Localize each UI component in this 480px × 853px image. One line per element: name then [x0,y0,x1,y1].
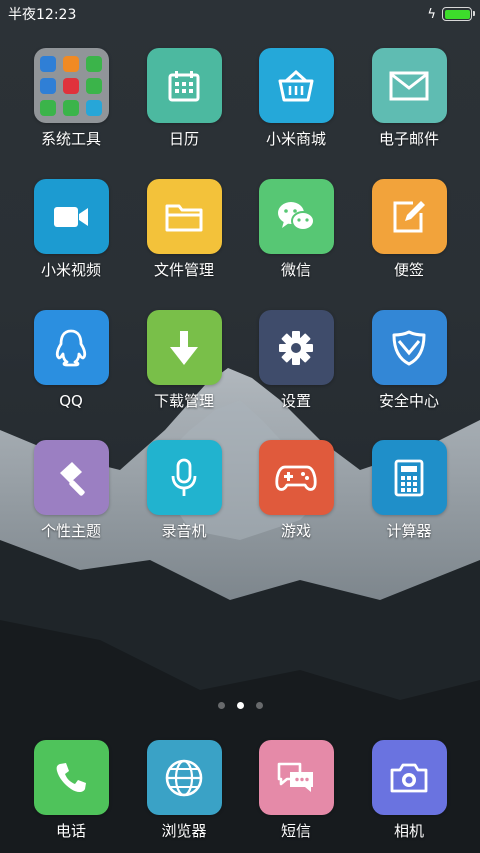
app-label: 设置 [280,392,311,410]
app-email[interactable]: 电子邮件 [353,48,465,148]
penguin-icon [33,310,109,385]
app-label: 短信 [280,822,311,840]
folder-icon [146,179,222,254]
app-label: 微信 [280,261,311,279]
app-label: 下载管理 [153,392,214,410]
app-wechat[interactable]: 微信 [240,179,352,279]
folder-mini-app-icon [86,99,102,116]
app-games[interactable]: 游戏 [240,440,352,540]
gamepad-icon [258,440,334,515]
status-time: 半夜12:23 [8,7,77,23]
app-label: 安全中心 [378,392,439,410]
app-label: 电子邮件 [378,130,439,148]
shield-icon [371,310,447,385]
folder-mini-app-icon [86,77,102,94]
app-file-manager[interactable]: 文件管理 [128,179,240,279]
app-mi-store[interactable]: 小米商城 [240,48,352,148]
app-label: 录音机 [161,522,207,540]
gear-icon [258,310,334,385]
globe-icon [146,740,222,815]
calculator-icon [371,440,447,515]
app-label: 浏览器 [161,822,207,840]
app-label: 相机 [393,822,424,840]
page-indicator[interactable] [0,702,480,709]
folder-mini-app-icon [40,99,56,116]
app-calendar[interactable]: 日历 [128,48,240,148]
message-bubbles-icon [258,740,334,815]
dock-app-phone[interactable]: 电话 [15,740,127,840]
battery-level-fill [444,9,470,19]
app-label: 电话 [55,822,86,840]
app-qq[interactable]: QQ [15,310,127,410]
app-recorder[interactable]: 录音机 [128,440,240,540]
app-calculator[interactable]: 计算器 [353,440,465,540]
app-label: 日历 [168,130,199,148]
dock-app-browser[interactable]: 浏览器 [128,740,240,840]
dock-app-camera[interactable]: 相机 [353,740,465,840]
app-label: QQ [59,392,83,410]
app-label: 便签 [393,261,424,279]
folder-mini-app-icon [86,55,102,72]
app-label: 计算器 [386,522,432,540]
app-security-center[interactable]: 安全中心 [353,310,465,410]
app-label: 游戏 [280,522,311,540]
app-label: 个性主题 [40,522,101,540]
folder-mini-app-icon [63,55,79,72]
chat-bubbles-icon [258,179,334,254]
app-label: 小米视频 [40,261,101,279]
charging-bolt-icon: ϟ [427,6,436,22]
envelope-icon [371,48,447,123]
download-arrow-icon [146,310,222,385]
app-downloads[interactable]: 下载管理 [128,310,240,410]
battery-icon [442,7,475,21]
folder-mini-app-icon [40,55,56,72]
app-folder-system-tools[interactable]: 系统工具 [15,48,127,148]
folder-system-tools-icon [33,48,109,123]
page-dot[interactable] [255,702,263,709]
microphone-icon [146,440,222,515]
app-mi-video[interactable]: 小米视频 [15,179,127,279]
app-label: 系统工具 [40,130,101,148]
basket-icon [258,48,334,123]
video-camera-icon [33,179,109,254]
notepad-pencil-icon [371,179,447,254]
page-dot[interactable] [217,702,225,709]
app-themes[interactable]: 个性主题 [15,440,127,540]
camera-icon [371,740,447,815]
calendar-icon [146,48,222,123]
app-settings[interactable]: 设置 [240,310,352,410]
folder-mini-app-icon [40,77,56,94]
brush-icon [33,440,109,515]
app-label: 小米商城 [265,130,326,148]
folder-mini-app-icon [63,99,79,116]
app-label: 文件管理 [153,261,214,279]
status-right-group: ϟ [427,6,475,22]
folder-mini-app-icon [63,77,79,94]
dock-app-messages[interactable]: 短信 [240,740,352,840]
status-bar: 半夜12:23 ϟ [0,0,480,28]
phone-handset-icon [33,740,109,815]
app-notes[interactable]: 便签 [353,179,465,279]
page-dot[interactable] [236,702,244,709]
